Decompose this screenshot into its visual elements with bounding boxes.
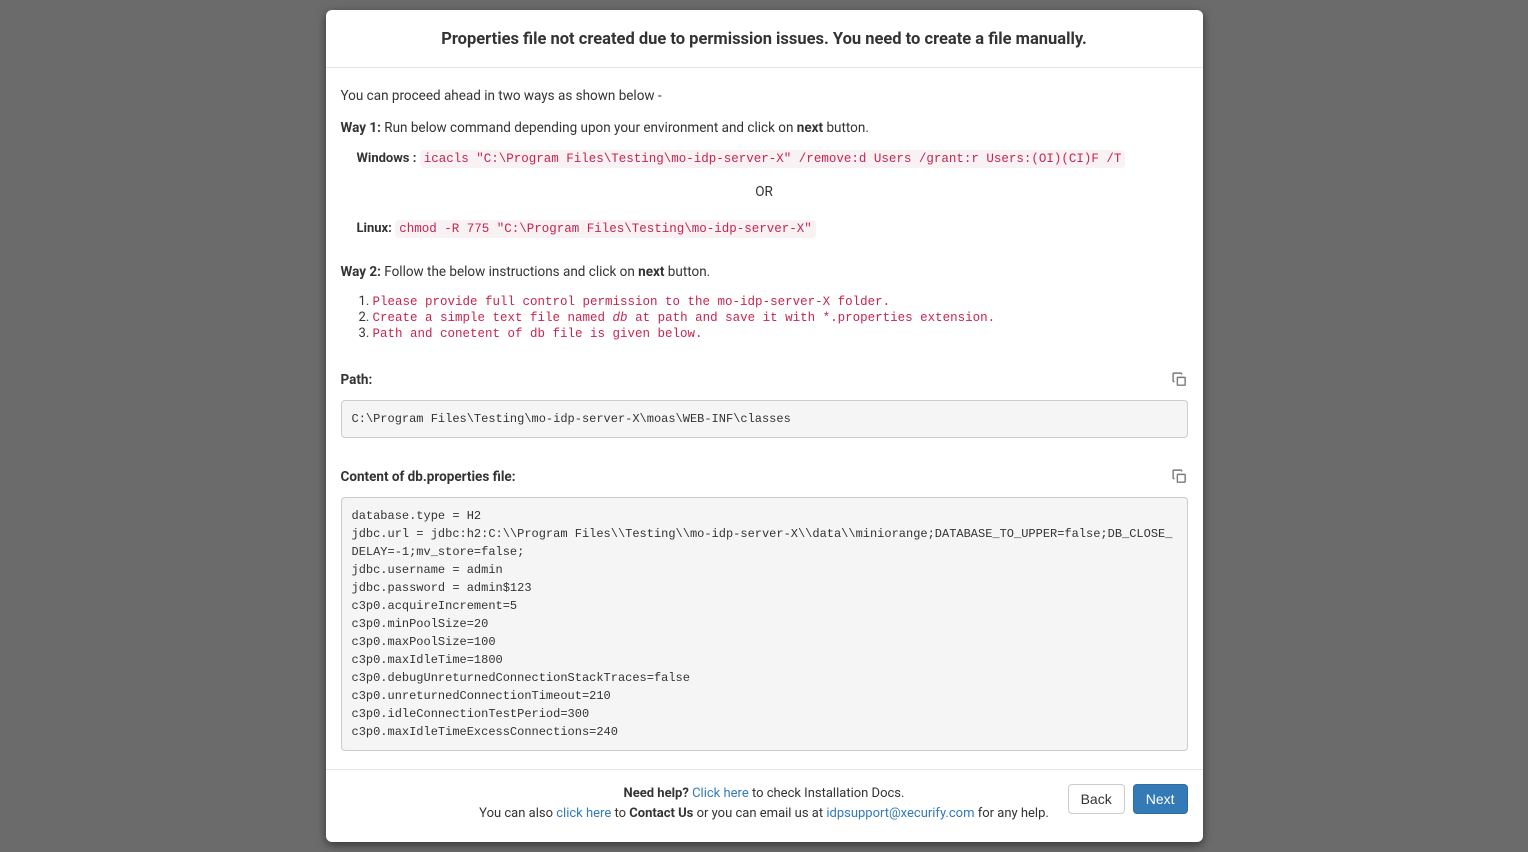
step-3: Path and conetent of db file is given be… — [373, 326, 1188, 341]
instruction-list: Please provide full control permission t… — [341, 294, 1188, 341]
also-text-a: You can also — [479, 806, 556, 821]
way2-text-b: button. — [664, 264, 710, 280]
way1-text-a: Run below command depending upon your en… — [381, 120, 797, 136]
path-section-header: Path: — [341, 371, 1188, 388]
email-text-b: for any help. — [974, 806, 1048, 821]
path-label: Path: — [341, 372, 373, 388]
way2-label: Way 2: — [341, 264, 381, 280]
intro-text: You can proceed ahead in two ways as sho… — [341, 88, 1188, 104]
footer-buttons: Back Next — [1068, 784, 1188, 814]
install-docs-text: to check Installation Docs. — [749, 786, 905, 801]
copy-icon[interactable] — [1171, 468, 1188, 485]
modal-body: You can proceed ahead in two ways as sho… — [326, 68, 1203, 769]
step-3-text: Path and conetent of db file is given be… — [373, 327, 703, 341]
modal-footer: Need help? Click here to check Installat… — [326, 769, 1203, 842]
step-1-text: Please provide full control permission t… — [373, 295, 891, 309]
linux-label: Linux: — [357, 221, 392, 236]
step-2: Create a simple text file named db at pa… — [373, 310, 1188, 325]
modal-header: Properties file not created due to permi… — [326, 10, 1203, 68]
need-help-label: Need help? — [624, 786, 689, 801]
back-button[interactable]: Back — [1068, 784, 1125, 814]
way2-description: Way 2: Follow the below instructions and… — [341, 264, 1188, 280]
way1-text-b: button. — [823, 120, 869, 136]
click-here-contact-link[interactable]: click here — [556, 806, 611, 821]
support-email-link[interactable]: idpsupport@xecurify.com — [826, 806, 974, 821]
windows-label: Windows : — [357, 151, 417, 166]
way1-label: Way 1: — [341, 120, 381, 136]
path-value-block: C:\Program Files\Testing\mo-idp-server-X… — [341, 400, 1188, 438]
next-button[interactable]: Next — [1133, 784, 1188, 814]
footer-help-text: Need help? Click here to check Installat… — [341, 784, 1188, 824]
content-value-block: database.type = H2 jdbc.url = jdbc:h2:C:… — [341, 497, 1188, 751]
step-2-db: db — [613, 311, 628, 325]
way2-text-a: Follow the below instructions and click … — [381, 264, 638, 280]
way1-description: Way 1: Run below command depending upon … — [341, 120, 1188, 136]
step-1: Please provide full control permission t… — [373, 294, 1188, 309]
step-2-text-a: Create a simple text file named — [373, 311, 613, 325]
or-separator: OR — [341, 184, 1188, 200]
step-2-text-b: at path and save it with *.properties ex… — [628, 311, 996, 325]
windows-command-row: Windows : icacls "C:\Program Files\Testi… — [357, 150, 1188, 166]
click-here-docs-link[interactable]: Click here — [692, 786, 749, 801]
modal-title: Properties file not created due to permi… — [341, 30, 1188, 49]
windows-command: icacls "C:\Program Files\Testing\mo-idp-… — [420, 150, 1126, 168]
content-label: Content of db.properties file: — [341, 469, 516, 485]
content-section-header: Content of db.properties file: — [341, 468, 1188, 485]
also-text-b: to — [611, 806, 629, 821]
way1-next-bold: next — [797, 120, 823, 136]
copy-icon[interactable] — [1171, 371, 1188, 388]
modal-dialog: Properties file not created due to permi… — [326, 10, 1203, 842]
email-text-a: or you can email us at — [693, 806, 826, 821]
linux-command: chmod -R 775 "C:\Program Files\Testing\m… — [395, 220, 816, 238]
way2-next-bold: next — [638, 264, 664, 280]
linux-command-row: Linux: chmod -R 775 "C:\Program Files\Te… — [357, 220, 1188, 236]
contact-us-label: Contact Us — [629, 806, 693, 821]
